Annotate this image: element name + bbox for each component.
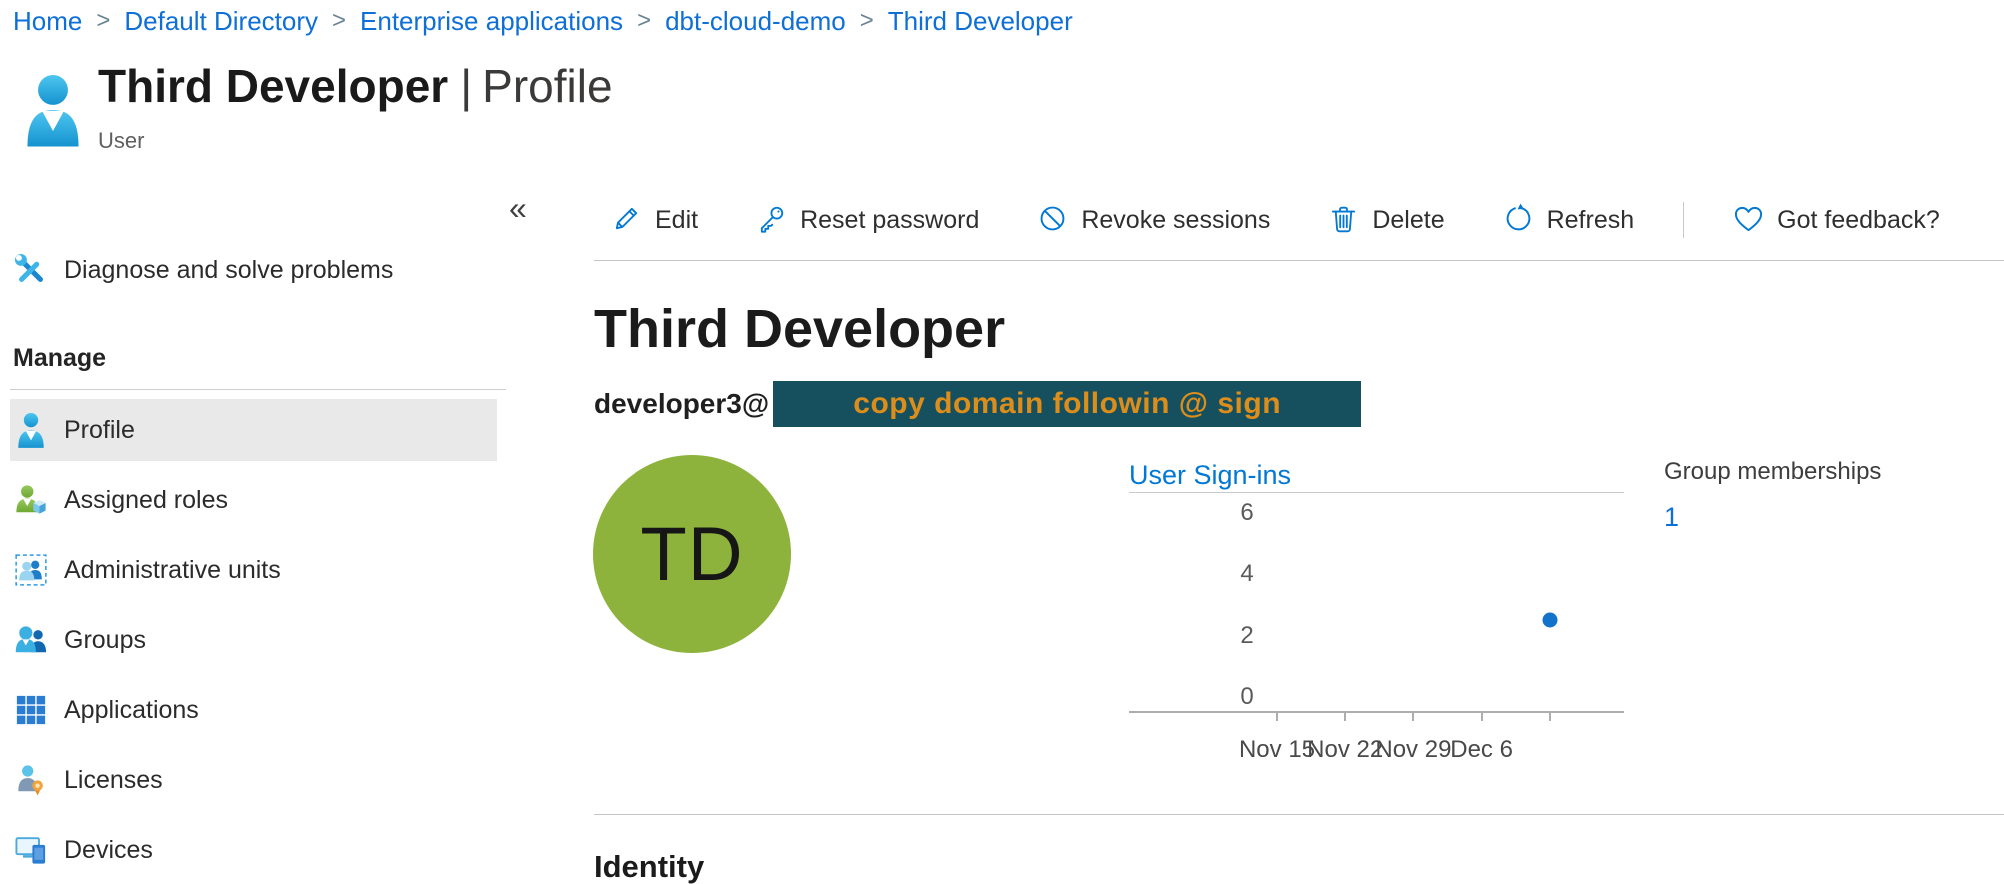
chart-x-tick-label: Nov 15: [1239, 736, 1315, 764]
page-title-name: Third Developer: [98, 60, 448, 112]
edit-button[interactable]: Edit: [594, 203, 727, 237]
revoke-sessions-button[interactable]: Revoke sessions: [1008, 203, 1299, 237]
pencil-icon: [611, 203, 642, 237]
groups-icon: [13, 621, 49, 659]
chart-x-tick: [1344, 711, 1346, 721]
chart-y-tick-label: 2: [1240, 622, 1253, 650]
sidebar-item-groups[interactable]: Groups: [10, 609, 497, 671]
user-email-line: developer3@ copy domain followin @ sign: [594, 381, 1361, 427]
edit-button-label: Edit: [655, 206, 698, 235]
sidebar: Diagnose and solve problems Manage Profi…: [10, 243, 497, 881]
user-display-name: Third Developer: [594, 298, 1005, 360]
user-email-prefix: developer3@: [594, 388, 769, 420]
heart-icon: [1733, 203, 1764, 237]
signin-data-point: [1542, 613, 1557, 628]
breadcrumb-separator: >: [860, 7, 874, 35]
sidebar-item-diagnose[interactable]: Diagnose and solve problems: [10, 243, 497, 297]
breadcrumb-separator: >: [332, 7, 346, 35]
refresh-icon: [1503, 203, 1534, 237]
refresh-button-label: Refresh: [1547, 206, 1635, 235]
key-icon: [756, 203, 787, 237]
reset-password-button-label: Reset password: [800, 206, 979, 235]
page-title-suffix: Profile: [482, 60, 612, 112]
administrative-units-icon: [13, 551, 49, 589]
sidebar-section-label: Manage: [10, 343, 497, 373]
reset-password-button[interactable]: Reset password: [727, 203, 1008, 237]
sidebar-item-label: Assigned roles: [64, 486, 228, 515]
identity-section-rule: [594, 814, 2004, 815]
chart-x-tick: [1549, 711, 1551, 721]
got-feedback-button[interactable]: Got feedback?: [1704, 203, 1969, 237]
page-subtitle: User: [98, 128, 613, 154]
group-memberships-label: Group memberships: [1664, 458, 1881, 486]
breadcrumb-link-home[interactable]: Home: [13, 6, 82, 37]
breadcrumb-link-enterprise-applications[interactable]: Enterprise applications: [360, 6, 623, 37]
got-feedback-button-label: Got feedback?: [1777, 206, 1940, 235]
identity-section-heading: Identity: [594, 849, 704, 884]
chart-y-tick-label: 4: [1240, 560, 1253, 588]
tools-icon: [13, 251, 49, 289]
sidebar-item-label: Licenses: [64, 766, 163, 795]
sidebar-item-label: Groups: [64, 626, 146, 655]
page-title: Third Developer|Profile: [98, 58, 613, 114]
chart-x-tick: [1481, 711, 1483, 721]
page-title-separator: |: [460, 60, 472, 112]
profile-avatar: TD: [593, 455, 791, 653]
breadcrumb-link-default-directory[interactable]: Default Directory: [124, 6, 318, 37]
revoke-sessions-button-label: Revoke sessions: [1081, 206, 1270, 235]
azure-user-profile-page: Home > Default Directory > Enterprise ap…: [0, 0, 2004, 884]
sidebar-item-assigned-roles[interactable]: Assigned roles: [10, 469, 497, 531]
user-signins-plot: 0 2 4 6 Nov 15Nov 22Nov 29Dec 6: [1129, 460, 1624, 770]
sidebar-item-label: Administrative units: [64, 556, 281, 585]
breadcrumb-link-third-developer[interactable]: Third Developer: [888, 6, 1073, 37]
chart-x-tick: [1412, 711, 1414, 721]
breadcrumb-separator: >: [96, 7, 110, 35]
sidebar-item-label: Profile: [64, 416, 135, 445]
page-header: Third Developer|Profile User: [22, 58, 613, 154]
sidebar-item-licenses[interactable]: Licenses: [10, 749, 497, 811]
chart-y-tick-label: 0: [1240, 683, 1253, 711]
sidebar-item-applications[interactable]: Applications: [10, 679, 497, 741]
block-icon: [1037, 203, 1068, 237]
sidebar-item-profile[interactable]: Profile: [10, 399, 497, 461]
breadcrumb: Home > Default Directory > Enterprise ap…: [13, 6, 1073, 37]
sidebar-divider: [10, 389, 506, 390]
chart-y-tick-label: 6: [1240, 499, 1253, 527]
breadcrumb-link-dbt-cloud-demo[interactable]: dbt-cloud-demo: [665, 6, 846, 37]
sidebar-item-label: Applications: [64, 696, 199, 725]
assigned-roles-icon: [13, 481, 49, 519]
devices-icon: [13, 831, 49, 869]
chart-x-tick: [1276, 711, 1278, 721]
applications-grid-icon: [13, 691, 49, 729]
trash-icon: [1328, 203, 1359, 237]
licenses-icon: [13, 761, 49, 799]
refresh-button[interactable]: Refresh: [1474, 203, 1664, 237]
chart-x-tick-label: Dec 6: [1450, 736, 1513, 764]
delete-button-label: Delete: [1372, 206, 1444, 235]
sidebar-item-label: Devices: [64, 836, 153, 865]
email-redaction-overlay: copy domain followin @ sign: [773, 381, 1361, 427]
sidebar-menu: Profile Assigned roles: [10, 399, 497, 881]
sidebar-item-administrative-units[interactable]: Administrative units: [10, 539, 497, 601]
user-person-icon: [22, 72, 84, 148]
delete-button[interactable]: Delete: [1299, 203, 1473, 237]
profile-person-icon: [13, 411, 49, 449]
user-signins-chart: User Sign-ins 0246Nov 15Nov 22Nov 29Dec …: [1129, 460, 1624, 770]
toolbar-rule: [594, 260, 2004, 261]
chart-x-tick-label: Nov 22: [1307, 736, 1383, 764]
group-memberships-count[interactable]: 1: [1664, 502, 1679, 533]
breadcrumb-separator: >: [637, 7, 651, 35]
chart-x-tick-label: Nov 29: [1375, 736, 1451, 764]
command-toolbar: Edit Reset password Revoke sessions: [594, 194, 1969, 246]
toolbar-divider: [1683, 202, 1684, 238]
sidebar-item-devices[interactable]: Devices: [10, 819, 497, 881]
group-memberships: Group memberships 1: [1664, 458, 1881, 533]
sidebar-item-label: Diagnose and solve problems: [64, 256, 393, 285]
sidebar-collapse-button[interactable]: «: [503, 188, 533, 229]
